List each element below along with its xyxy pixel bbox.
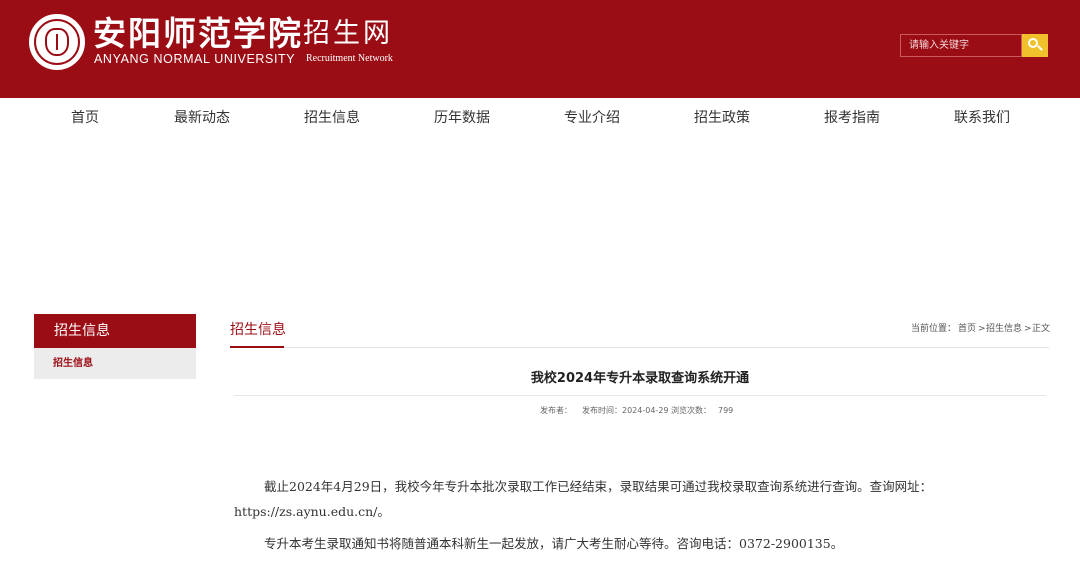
breadcrumb-current: 正文 <box>1032 324 1051 334</box>
search-input[interactable]: 请输入关键字 <box>900 34 1022 57</box>
search-button[interactable] <box>1022 34 1048 57</box>
article-paragraph-1: 截止2024年4月29日，我校今年专升本批次录取工作已经结束，录取结果可通过我校… <box>264 479 933 494</box>
nav-item-admissions[interactable]: 招生信息 <box>304 98 360 138</box>
section-title-underline <box>230 346 284 348</box>
site-subtitle-cn: 招生网 <box>303 18 393 49</box>
main-nav: 首页 最新动态 招生信息 历年数据 专业介绍 招生政策 报考指南 联系我们 <box>0 98 1080 138</box>
section-title: 招生信息 <box>230 322 286 338</box>
nav-item-contact[interactable]: 联系我们 <box>954 98 1010 138</box>
site-name-cn: 安阳师范学院 <box>93 14 303 53</box>
nav-item-history-data[interactable]: 历年数据 <box>434 98 490 138</box>
article-views-label: 浏览次数： <box>671 406 711 415</box>
article-views: 799 <box>718 406 734 415</box>
nav-item-majors[interactable]: 专业介绍 <box>564 98 620 138</box>
site-subtitle-en: Recruitment Network <box>306 53 393 64</box>
article-title: 我校2024年专升本录取查询系统开通 <box>530 371 750 386</box>
site-header: 安阳师范学院 招生网 ANYANG NORMAL UNIVERSITY Recr… <box>0 0 1080 98</box>
breadcrumb-separator: > <box>1024 324 1032 334</box>
article-link-url[interactable]: https://zs.aynu.edu.cn/。 <box>234 502 390 522</box>
breadcrumb-home[interactable]: 首页 <box>958 322 976 336</box>
nav-item-policy[interactable]: 招生政策 <box>694 98 750 138</box>
nav-item-guide[interactable]: 报考指南 <box>824 98 880 138</box>
article-date-label: 发布时间： <box>582 406 622 415</box>
article-paragraph-2: 专升本考生录取通知书将随普通本科新生一起发放，请广大考生耐心等待。咨询电话：03… <box>264 536 844 551</box>
article-divider <box>234 395 1046 396</box>
sidebar-item-admissions[interactable]: 招生信息 <box>34 348 196 379</box>
university-seal-logo[interactable] <box>29 14 85 70</box>
nav-item-news[interactable]: 最新动态 <box>174 98 230 138</box>
seal-emblem <box>45 28 69 56</box>
article-date: 2024-04-29 <box>622 406 669 415</box>
breadcrumb-prefix: 当前位置： <box>911 324 957 334</box>
nav-item-home[interactable]: 首页 <box>71 98 99 138</box>
section-divider <box>230 347 1049 348</box>
breadcrumb-separator: > <box>978 324 986 334</box>
site-name-en: ANYANG NORMAL UNIVERSITY <box>94 52 296 66</box>
article-publisher-label: 发布者： <box>540 406 572 415</box>
sidebar-title: 招生信息 <box>34 314 196 348</box>
breadcrumb-category[interactable]: 招生信息 <box>986 322 1022 336</box>
search-icon-handle <box>1037 45 1043 51</box>
